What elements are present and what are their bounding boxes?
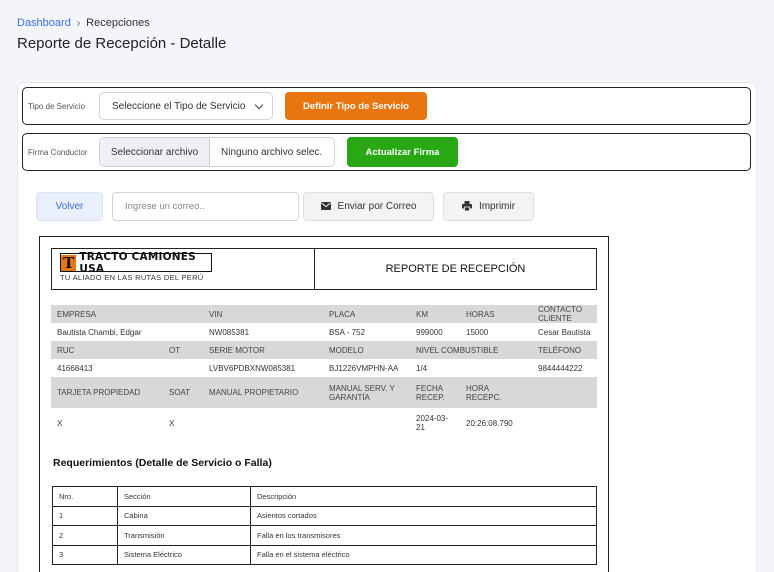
info-header-cell: SOAT — [163, 377, 203, 408]
info-value-cell: 15000 — [466, 327, 489, 337]
back-button[interactable]: Volver — [36, 191, 103, 221]
info-header-cell — [532, 377, 597, 408]
service-type-select-value: Seleccione el Tipo de Servicio — [112, 100, 246, 112]
table-cell: Falla en los transmisores — [250, 525, 597, 546]
printer-icon — [461, 201, 472, 211]
info-value-cell: 1/4 — [416, 363, 428, 373]
breadcrumb-separator: › — [76, 17, 81, 29]
table-row: 1 Cabina Asientos cortados — [52, 505, 597, 526]
report-title: REPORTE DE RECEPCIÓN — [385, 263, 526, 275]
service-type-select[interactable]: Seleccione el Tipo de Servicio — [99, 92, 273, 120]
reception-report: T TRACTO CAMIONES USA TU ALIADO EN LAS R… — [39, 236, 609, 572]
info-header-cell: MANUAL SERV. Y GARANTÍA — [323, 377, 410, 408]
info-value-row: Bautista Chambi, Edgar NW085381 BSA - 75… — [51, 323, 597, 341]
main-card: Tipo de Servicio Seleccione el Tipo de S… — [17, 82, 757, 572]
breadcrumb: Dashboard › Recepciones — [17, 17, 150, 29]
define-service-button[interactable]: Definir Tipo de Servicio — [285, 92, 427, 120]
info-value-cell — [323, 408, 410, 438]
info-header-cell: MODELO — [323, 341, 410, 359]
info-header-row: EMPRESA VIN PLACA KM HORAS CONTACTO CLIE… — [51, 305, 597, 323]
logo-letter: T — [61, 254, 77, 272]
info-value-cell: 20:26:08.790 — [466, 418, 513, 428]
info-value-cell — [532, 408, 597, 438]
info-value-cell: 9844444222 — [538, 363, 583, 373]
table-cell: Sistema Eléctrico — [117, 544, 251, 565]
breadcrumb-dashboard-link[interactable]: Dashboard — [17, 17, 71, 29]
chevron-down-icon — [254, 100, 264, 109]
driver-signature-row: Firma Conductor Seleccionar archivo Ning… — [22, 133, 751, 171]
table-header-cell: Nro. — [52, 486, 118, 507]
logo-mark: T TRACTO CAMIONES USA — [60, 250, 212, 275]
report-header: T TRACTO CAMIONES USA TU ALIADO EN LAS R… — [51, 248, 597, 290]
info-header-cell: FECHA RECEP. — [410, 377, 460, 408]
info-value-cell: LVBV6PDBXNW085381 — [209, 363, 296, 373]
info-header-row: RUC OT SERIE MOTOR MODELO NIVEL COMBUSTI… — [51, 341, 597, 359]
send-email-label: Enviar por Correo — [337, 200, 417, 212]
table-cell: 2 — [52, 525, 118, 546]
info-header-cell: KM — [410, 305, 460, 323]
envelope-icon — [320, 202, 331, 210]
info-header-cell: OT — [163, 341, 203, 359]
table-cell: Cabina — [117, 505, 251, 526]
table-row: 2 Transmisión Falla en los transmisores — [52, 525, 597, 546]
info-value-cell: NW085381 — [209, 327, 250, 337]
print-button[interactable]: Imprimir — [443, 191, 534, 221]
page-title: Reporte de Recepción - Detalle — [17, 35, 227, 52]
table-header-cell: Sección — [117, 486, 251, 507]
info-header-cell: PLACA — [323, 305, 410, 323]
info-value-row: X X 2024-03-21 20:26:08.790 — [51, 408, 597, 438]
info-header-cell — [163, 305, 203, 323]
info-header-cell: SERIE MOTOR — [203, 341, 323, 359]
table-cell: 1 — [52, 505, 118, 526]
info-header-row: TARJETA PROPIEDAD SOAT MANUAL PROPIETARI… — [51, 377, 597, 408]
info-header-cell: NIVEL COMBUSTIBLE — [410, 341, 532, 359]
table-cell: 3 — [52, 544, 118, 565]
info-value-cell: BJ1226VMPHN-AA — [329, 363, 399, 373]
service-type-row: Tipo de Servicio Seleccione el Tipo de S… — [22, 87, 751, 125]
info-value-cell: X — [169, 418, 175, 428]
table-header-row: Nro. Sección Descripción — [52, 486, 597, 507]
table-row: 3 Sistema Eléctrico Falla en el sistema … — [52, 544, 597, 565]
file-name-text: Ninguno archivo selec. — [221, 146, 323, 158]
vehicle-info-table: EMPRESA VIN PLACA KM HORAS CONTACTO CLIE… — [51, 305, 597, 438]
info-value-cell: Bautista Chambi, Edgar — [57, 327, 142, 337]
info-value-row: 41668413 LVBV6PDBXNW085381 BJ1226VMPHN-A… — [51, 359, 597, 377]
info-value-cell: BSA - 752 — [329, 327, 366, 337]
info-header-cell: TARJETA PROPIEDAD — [51, 377, 163, 408]
send-email-button[interactable]: Enviar por Correo — [303, 191, 434, 221]
service-type-label: Tipo de Servicio — [28, 101, 86, 111]
table-cell: Falla en el sistema eléctrico — [250, 544, 597, 565]
table-cell: Transmisión — [117, 525, 251, 546]
logo-tagline: TU ALIADO EN LAS RUTAS DEL PERÚ — [60, 273, 204, 282]
info-value-cell: Cesar Bautista — [538, 327, 591, 337]
info-value-cell: 2024-03-21 — [416, 414, 449, 432]
print-label: Imprimir — [478, 200, 516, 212]
signature-file-input[interactable]: Seleccionar archivo Ninguno archivo sele… — [99, 137, 335, 167]
driver-signature-label: Firma Conductor — [28, 147, 88, 157]
action-toolbar: Volver Ingrese un correo.. Enviar por Co… — [36, 191, 534, 221]
email-input[interactable]: Ingrese un correo.. — [112, 191, 299, 221]
breadcrumb-current: Recepciones — [86, 17, 150, 29]
info-header-cell: HORA RECEPC. — [460, 377, 532, 408]
info-value-cell: 41668413 — [57, 363, 93, 373]
requirements-table: Nro. Sección Descripción 1 Cabina Asient… — [52, 486, 597, 565]
info-header-cell: TELÉFONO — [532, 341, 597, 359]
update-signature-button[interactable]: Actualizar Firma — [347, 137, 458, 167]
table-cell: Asientos cortados — [250, 505, 597, 526]
company-logo: T TRACTO CAMIONES USA TU ALIADO EN LAS R… — [52, 249, 315, 289]
logo-text: TRACTO CAMIONES USA — [79, 250, 196, 275]
info-header-cell: CONTACTO CLIENTE — [532, 305, 597, 323]
info-header-cell: RUC — [51, 341, 163, 359]
info-header-cell: HORAS — [460, 305, 532, 323]
info-value-cell: 999000 — [416, 327, 443, 337]
info-header-cell: EMPRESA — [51, 305, 163, 323]
info-value-cell — [203, 408, 323, 438]
table-header-cell: Descripción — [250, 486, 597, 507]
requirements-title: Requerimientos (Detalle de Servicio o Fa… — [53, 457, 272, 469]
info-value-cell: X — [57, 418, 63, 428]
choose-file-button[interactable]: Seleccionar archivo — [100, 138, 210, 166]
info-header-cell: MANUAL PROPIETARIO — [203, 377, 323, 408]
info-value-cell — [163, 359, 203, 377]
info-header-cell: VIN — [203, 305, 323, 323]
